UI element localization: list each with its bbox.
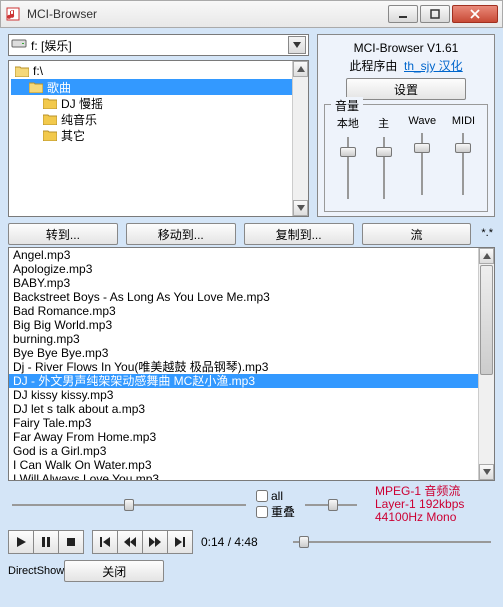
- file-row[interactable]: I Will Always Love You.mp3: [9, 472, 494, 481]
- file-row[interactable]: I Can Walk On Water.mp3: [9, 458, 494, 472]
- aux-slider[interactable]: [301, 496, 361, 514]
- chevron-down-icon: [288, 36, 306, 54]
- folder-row[interactable]: 歌曲: [11, 79, 306, 95]
- file-row[interactable]: BABY.mp3: [9, 276, 494, 290]
- folder-name: f:\: [33, 64, 43, 78]
- seek-slider[interactable]: [289, 533, 495, 551]
- close-window-button[interactable]: [452, 5, 498, 23]
- app-icon: [5, 6, 21, 22]
- folder-name: 纯音乐: [61, 111, 97, 128]
- file-row[interactable]: Far Away From Home.mp3: [9, 430, 494, 444]
- play-button[interactable]: [8, 530, 34, 554]
- slider-label: 主: [378, 115, 389, 131]
- folder-icon: [43, 129, 57, 141]
- pause-button[interactable]: [33, 530, 59, 554]
- window-title: MCI-Browser: [27, 7, 388, 21]
- file-row[interactable]: Angel.mp3: [9, 248, 494, 262]
- slider-label: MIDI: [452, 115, 475, 127]
- last-button[interactable]: [167, 530, 193, 554]
- file-row[interactable]: DJ let s talk about a.mp3: [9, 402, 494, 416]
- folder-row[interactable]: 其它: [11, 127, 306, 143]
- file-row[interactable]: Backstreet Boys - As Long As You Love Me…: [9, 290, 494, 304]
- volume-panel: 音量 本地主WaveMIDI: [324, 104, 488, 212]
- slider-label: 本地: [337, 115, 359, 131]
- move-button[interactable]: 移动到...: [126, 223, 236, 245]
- info-panel: MCI-Browser V1.61 此程序由 th_sjy 汉化 设置 音量 本…: [317, 34, 495, 217]
- forward-button[interactable]: [142, 530, 168, 554]
- first-button[interactable]: [92, 530, 118, 554]
- credit-link[interactable]: th_sjy 汉化: [404, 59, 463, 73]
- time-display: 0:14 / 4:48: [201, 535, 281, 549]
- scroll-up-button[interactable]: [293, 61, 308, 77]
- all-checkbox[interactable]: all: [256, 489, 295, 503]
- goto-button[interactable]: 转到...: [8, 223, 118, 245]
- scroll-down-button[interactable]: [293, 200, 308, 216]
- rewind-button[interactable]: [117, 530, 143, 554]
- folder-icon: [43, 97, 57, 109]
- audio-info: MPEG-1 音频流 Layer-1 192kbps 44100Hz Mono: [375, 485, 495, 524]
- drive-icon: [11, 37, 27, 53]
- file-row[interactable]: Big Big World.mp3: [9, 318, 494, 332]
- filter-label: *.*: [479, 223, 495, 245]
- file-row[interactable]: DJ kissy kissy.mp3: [9, 388, 494, 402]
- volume-slider[interactable]: [454, 129, 472, 199]
- credit-line: 此程序由 th_sjy 汉化: [349, 57, 462, 74]
- renderer-label: DirectShow: [8, 565, 64, 577]
- folder-row[interactable]: 纯音乐: [11, 111, 306, 127]
- volume-slider[interactable]: [375, 133, 393, 203]
- volume-slider[interactable]: [413, 129, 431, 199]
- scroll-up-button[interactable]: [479, 248, 494, 264]
- file-listbox[interactable]: Angel.mp3Apologize.mp3BABY.mp3Backstreet…: [8, 247, 495, 481]
- repeat-checkbox[interactable]: 重叠: [256, 503, 295, 520]
- maximize-button[interactable]: [420, 5, 450, 23]
- folder-row[interactable]: DJ 慢摇: [11, 95, 306, 111]
- folder-icon: [15, 65, 29, 77]
- folder-name: 其它: [61, 127, 85, 144]
- folder-row[interactable]: f:\: [11, 63, 306, 79]
- balance-slider[interactable]: [8, 496, 250, 514]
- file-row[interactable]: Bad Romance.mp3: [9, 304, 494, 318]
- file-row[interactable]: DJ - 外文男声纯架架动感舞曲 MC赵小渔.mp3: [9, 374, 494, 388]
- stop-button[interactable]: [58, 530, 84, 554]
- minimize-button[interactable]: [388, 5, 418, 23]
- copy-button[interactable]: 复制到...: [244, 223, 354, 245]
- drive-combobox[interactable]: f: [娱乐]: [8, 34, 309, 56]
- file-row[interactable]: Dj - River Flows In You(唯美越鼓 极品钢琴).mp3: [9, 360, 494, 374]
- drive-label: f: [娱乐]: [31, 37, 288, 54]
- close-button[interactable]: 关闭: [64, 560, 164, 582]
- scroll-down-button[interactable]: [479, 464, 494, 480]
- file-row[interactable]: Bye Bye Bye.mp3: [9, 346, 494, 360]
- scroll-thumb[interactable]: [480, 265, 493, 375]
- slider-label: Wave: [408, 115, 436, 127]
- folder-icon: [43, 113, 57, 125]
- volume-label: 音量: [331, 97, 363, 114]
- stream-button[interactable]: 流: [362, 223, 472, 245]
- file-row[interactable]: God is a Girl.mp3: [9, 444, 494, 458]
- file-row[interactable]: burning.mp3: [9, 332, 494, 346]
- settings-button[interactable]: 设置: [346, 78, 466, 100]
- folder-icon: [29, 81, 43, 93]
- folder-tree[interactable]: f:\ 歌曲DJ 慢摇纯音乐其它: [8, 60, 309, 217]
- app-version: MCI-Browser V1.61: [354, 41, 459, 55]
- file-row[interactable]: Fairy Tale.mp3: [9, 416, 494, 430]
- folder-name: 歌曲: [47, 79, 71, 96]
- volume-slider[interactable]: [339, 133, 357, 203]
- file-row[interactable]: Apologize.mp3: [9, 262, 494, 276]
- folder-name: DJ 慢摇: [61, 95, 103, 112]
